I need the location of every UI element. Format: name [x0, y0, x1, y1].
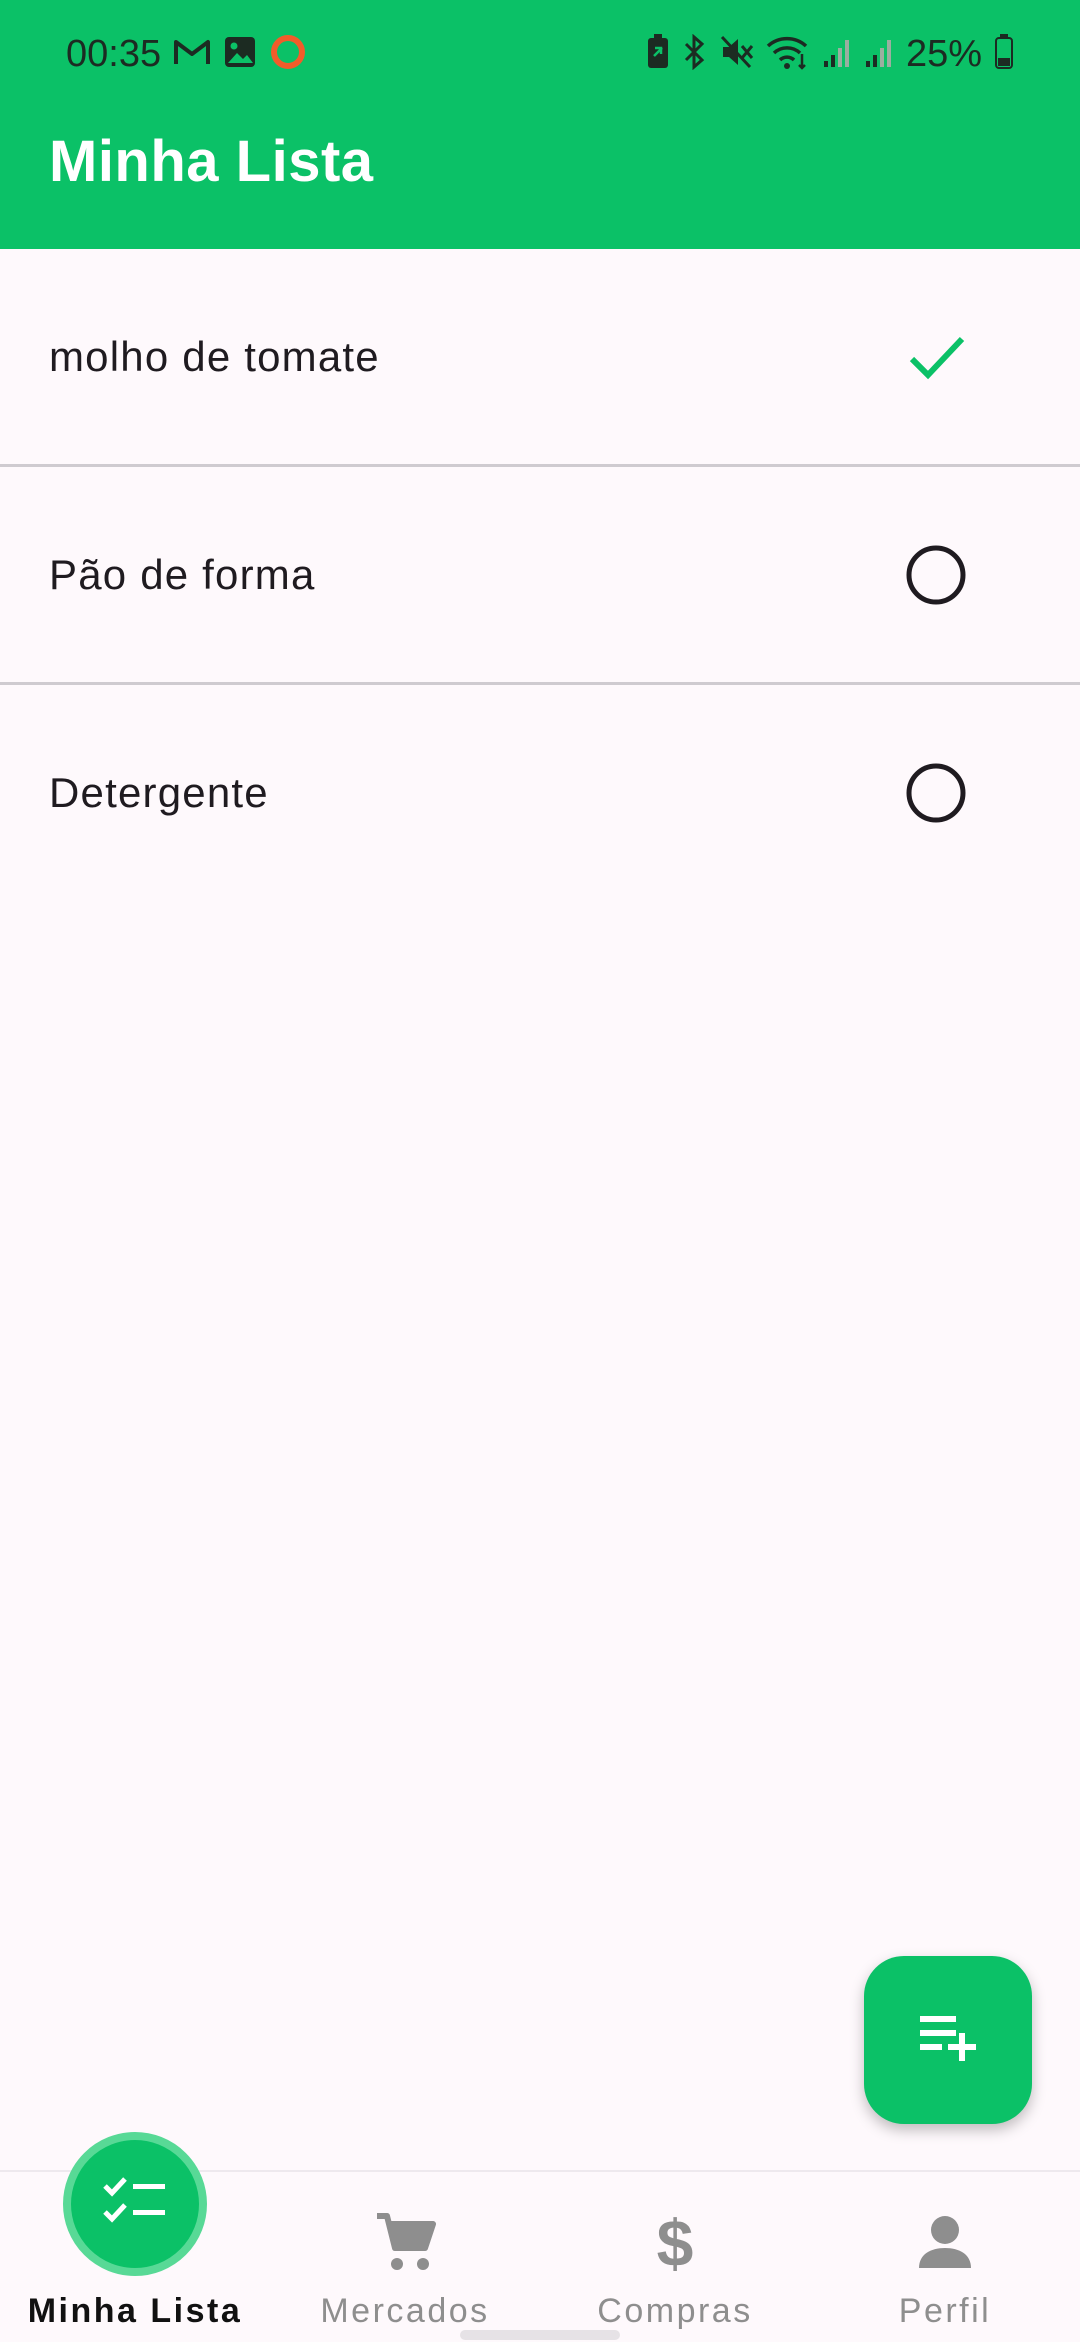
- list-item-label: Pão de forma: [49, 550, 316, 598]
- shopping-list: molho de tomate Pão de forma Detergente: [0, 249, 1080, 900]
- nav-label: Minha Lista: [27, 2292, 243, 2330]
- nav-item-minha-lista[interactable]: Minha Lista: [0, 2132, 270, 2342]
- bottom-navigation: Minha Lista Mercados $ Compras Perfil: [0, 2132, 1080, 2342]
- nav-label: Compras: [597, 2292, 753, 2330]
- checklist-icon: [101, 2172, 169, 2237]
- app-bar: 00:35 25% Minha Lista: [0, 0, 1080, 249]
- list-item-label: Detergente: [49, 768, 269, 816]
- nav-item-mercados[interactable]: Mercados: [270, 2172, 540, 2342]
- list-item[interactable]: Detergente: [0, 685, 1080, 900]
- gmail-icon: [173, 37, 211, 72]
- mute-icon: [720, 35, 754, 74]
- list-item[interactable]: Pão de forma: [0, 467, 1080, 685]
- svg-text:$: $: [657, 2210, 694, 2274]
- check-icon[interactable]: [904, 325, 968, 389]
- nav-label: Perfil: [898, 2292, 992, 2330]
- list-item[interactable]: molho de tomate: [0, 249, 1080, 467]
- bluetooth-icon: [682, 33, 708, 75]
- status-right: 25%: [646, 33, 1014, 76]
- signal-icon: [822, 35, 852, 74]
- nav-item-perfil[interactable]: Perfil: [810, 2172, 1080, 2342]
- person-icon: [909, 2206, 981, 2278]
- gallery-icon: [223, 35, 257, 74]
- nav-label: Mercados: [320, 2292, 490, 2330]
- signal-icon: [864, 35, 894, 74]
- active-indicator: [63, 2132, 207, 2276]
- playlist-add-icon: [916, 2006, 980, 2075]
- status-bar: 00:35 25%: [0, 0, 1080, 108]
- dollar-icon: $: [639, 2206, 711, 2278]
- status-left: 00:35: [66, 33, 307, 76]
- nav-item-compras[interactable]: $ Compras: [540, 2172, 810, 2342]
- home-indicator: [460, 2330, 620, 2340]
- unchecked-circle-icon[interactable]: [904, 543, 968, 607]
- record-icon: [269, 33, 307, 76]
- wifi-icon: [766, 34, 810, 75]
- unchecked-circle-icon[interactable]: [904, 761, 968, 825]
- battery-saver-icon: [646, 33, 670, 75]
- cart-icon: [369, 2206, 441, 2278]
- status-time: 00:35: [66, 32, 162, 75]
- page-title: Minha Lista: [49, 129, 374, 194]
- battery-percent: 25%: [905, 32, 982, 75]
- add-item-button[interactable]: [864, 1956, 1032, 2124]
- list-item-label: molho de tomate: [49, 332, 380, 380]
- battery-icon: [994, 33, 1014, 75]
